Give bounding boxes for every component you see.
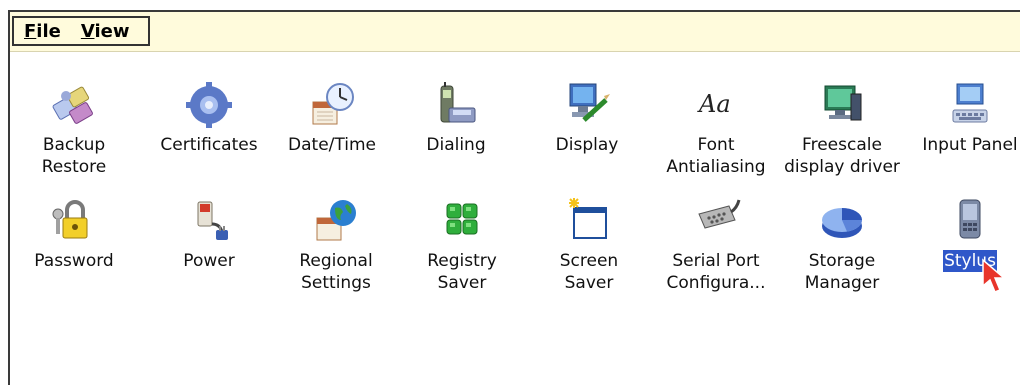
serial-port-icon xyxy=(698,199,741,229)
applet-label: Backup Restore xyxy=(41,135,107,177)
svg-text:Aa: Aa xyxy=(697,90,731,118)
dialing-icon xyxy=(440,82,476,123)
backup-restore-icon xyxy=(52,86,93,124)
applet-label: Display xyxy=(555,135,619,155)
registry-saver-icon xyxy=(446,203,478,235)
applet-date-time[interactable]: Date/Time xyxy=(268,80,396,156)
applet-registry-saver[interactable]: Registry Saver xyxy=(398,196,526,294)
menu-group: File View xyxy=(12,16,150,46)
applet-label: Password xyxy=(34,251,114,271)
applet-dialing[interactable]: Dialing xyxy=(392,80,520,156)
applet-label: Screen Saver xyxy=(559,251,619,293)
applet-freescale-display-driver[interactable]: Freescale display driver xyxy=(778,80,906,178)
applet-font-antialiasing[interactable]: Aa Font Antialiasing xyxy=(652,80,780,178)
screen-saver-icon xyxy=(569,198,607,239)
applet-password[interactable]: Password xyxy=(10,196,138,272)
certificates-icon xyxy=(186,82,232,128)
menu-file[interactable]: File xyxy=(14,21,71,42)
applet-screen-saver[interactable]: Screen Saver xyxy=(525,196,653,294)
date-time-icon xyxy=(312,83,354,125)
password-icon xyxy=(52,200,88,239)
freescale-display-driver-icon xyxy=(824,85,862,121)
applet-serial-port-configuration[interactable]: Serial Port Configura... xyxy=(652,196,780,294)
applet-label: Certificates xyxy=(160,135,258,155)
menu-view[interactable]: View xyxy=(71,21,140,42)
applet-label: Serial Port Configura... xyxy=(666,251,766,293)
stylus-icon xyxy=(959,199,981,239)
power-icon xyxy=(197,201,228,240)
applet-storage-manager[interactable]: Storage Manager xyxy=(778,196,906,294)
applet-label: Date/Time xyxy=(288,135,376,155)
applet-input-panel[interactable]: Input Panel xyxy=(906,80,1020,156)
applet-regional-settings[interactable]: Regional Settings xyxy=(272,196,400,294)
applet-label: Regional Settings xyxy=(299,251,373,293)
applet-label: Input Panel xyxy=(922,135,1018,155)
regional-settings-icon xyxy=(316,200,356,241)
input-panel-icon xyxy=(952,83,988,123)
applet-label: Font Antialiasing xyxy=(666,135,766,177)
applet-label: Storage Manager xyxy=(804,251,880,293)
applet-label: Registry Saver xyxy=(427,251,497,293)
menu-bar: File View xyxy=(10,12,1020,52)
font-antialiasing-icon: Aa xyxy=(697,90,731,118)
mouse-pointer-icon xyxy=(982,258,1007,293)
applet-label: Dialing xyxy=(426,135,486,155)
applet-label: Freescale display driver xyxy=(784,135,900,177)
control-panel-window: File View Backup Restore Certificates Da… xyxy=(8,10,1020,385)
applet-display[interactable]: Display xyxy=(523,80,651,156)
storage-manager-icon xyxy=(822,208,862,238)
applet-power[interactable]: Power xyxy=(145,196,273,272)
applet-certificates[interactable]: Certificates xyxy=(145,80,273,156)
display-icon xyxy=(569,83,610,122)
applet-backup-restore[interactable]: Backup Restore xyxy=(10,80,138,178)
applet-grid: Backup Restore Certificates Date/Time Di… xyxy=(10,52,1020,382)
applet-label: Power xyxy=(183,251,235,271)
